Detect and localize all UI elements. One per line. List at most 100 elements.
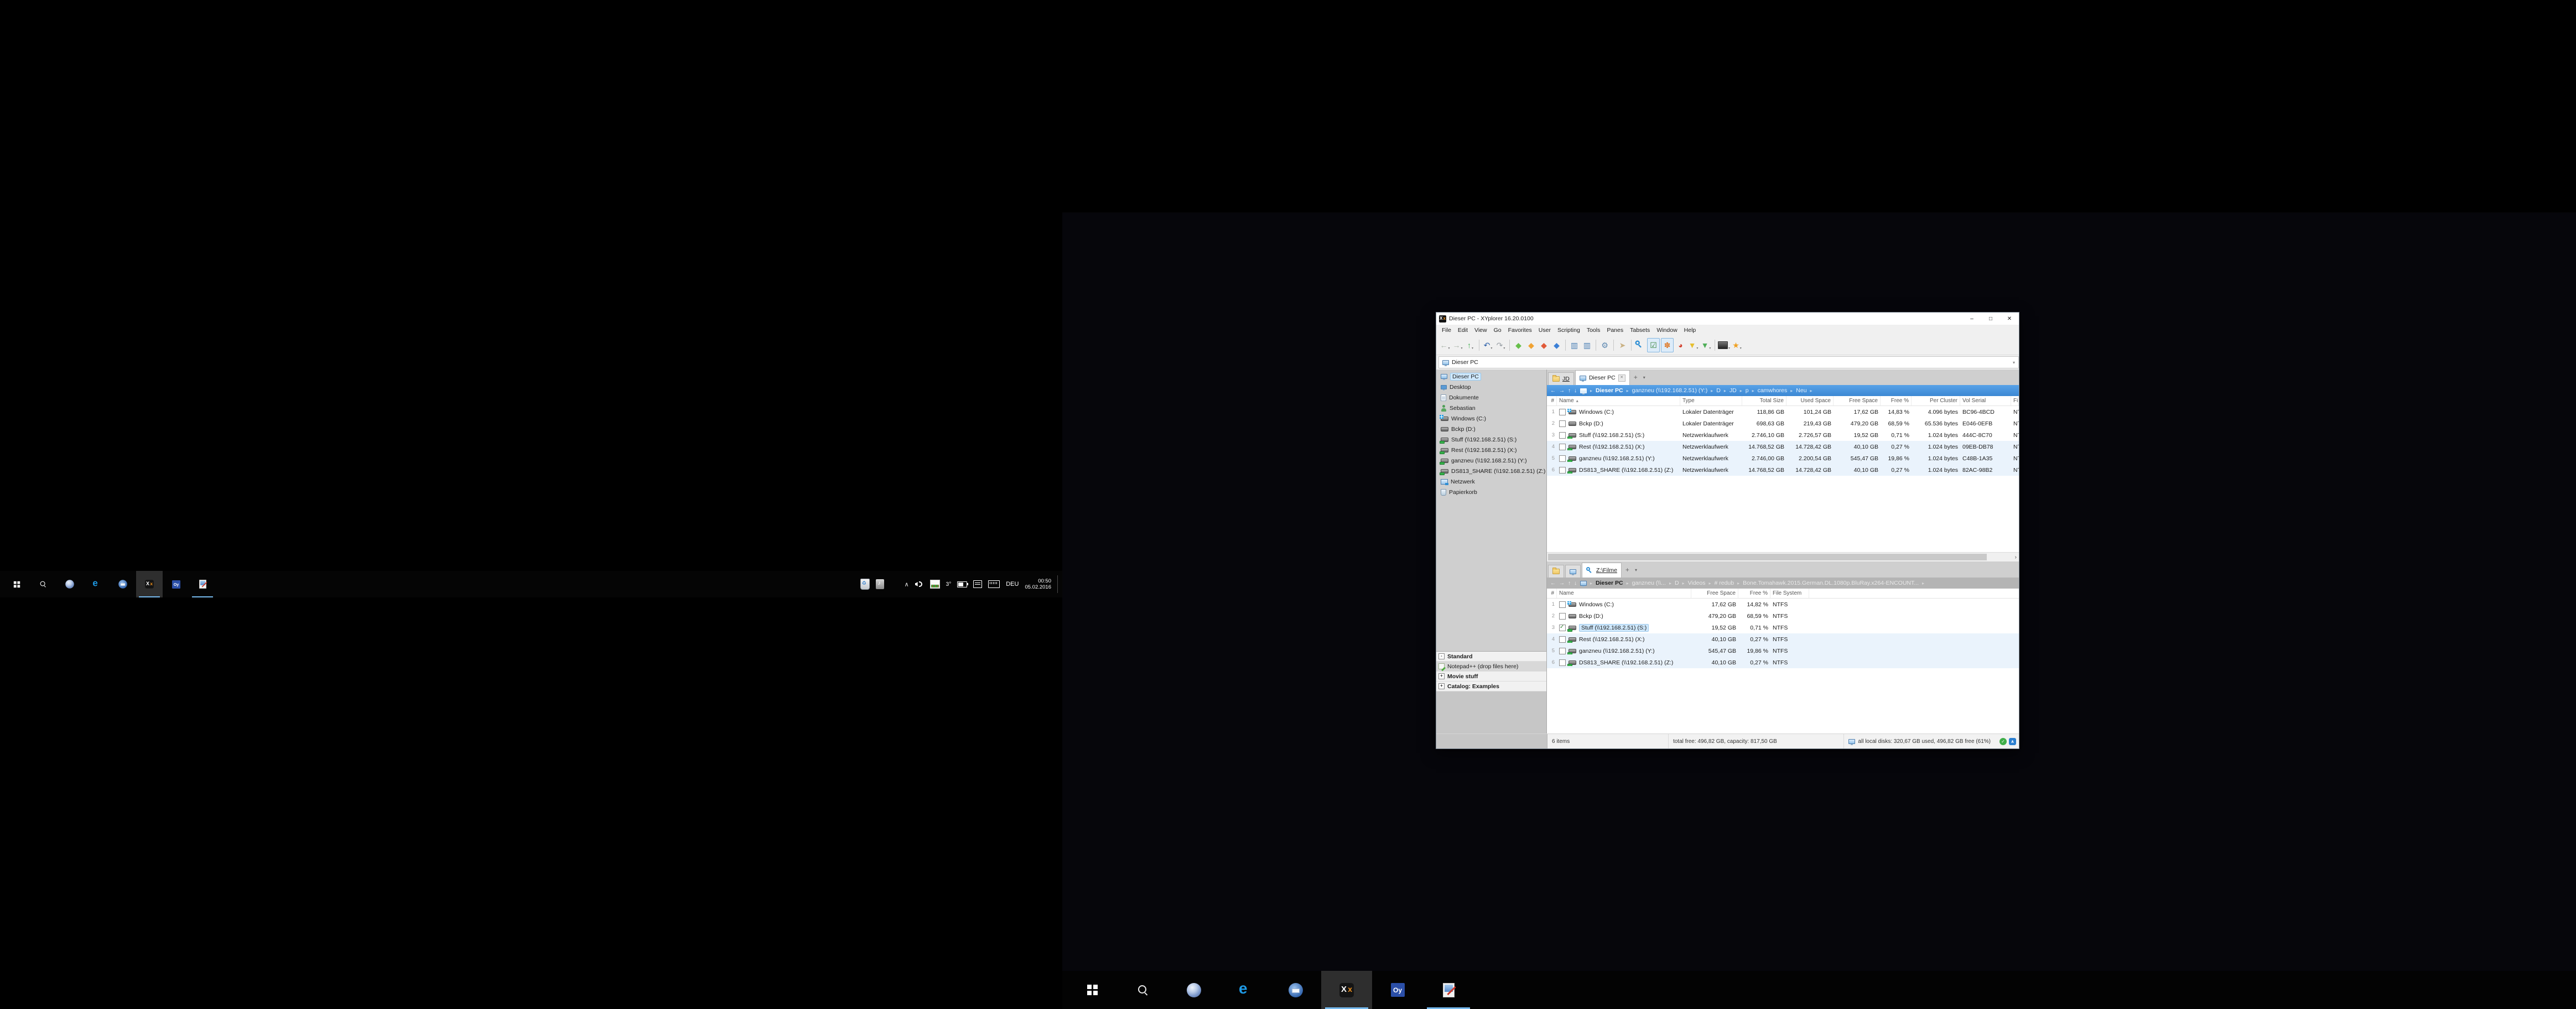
tree-item[interactable]: ganzneu (\\192.168.2.51) (Y:) (1436, 455, 1546, 466)
tab[interactable] (1548, 565, 1564, 578)
column-header[interactable]: Type (1680, 396, 1742, 405)
row-checkbox[interactable] (1559, 443, 1566, 450)
pane-empty-area[interactable] (1547, 668, 2019, 734)
row-checkbox[interactable] (1559, 455, 1566, 462)
touch-keyboard-icon[interactable] (988, 580, 1000, 588)
toolbar-settings-gear-button[interactable]: ⚙ (1599, 339, 1611, 352)
menu-user[interactable]: User (1535, 325, 1554, 336)
toolbar-tag-orange-button[interactable]: ◆ (1525, 339, 1537, 352)
cpu-graph-icon[interactable] (929, 580, 940, 589)
menu-panes[interactable]: Panes (1603, 325, 1627, 336)
taskbar-palemoon-button[interactable] (56, 571, 83, 597)
toolbar-undo-button[interactable]: ↶ ▾ (1482, 339, 1494, 352)
down-arrow-icon[interactable]: ↓ (1574, 580, 1577, 586)
toolbar-back-button[interactable]: ← ▾ (1439, 339, 1451, 352)
column-header[interactable]: Free % (1881, 396, 1912, 405)
toolbar-tag-red-button[interactable]: ◆ (1538, 339, 1550, 352)
column-header[interactable]: Per Cluster (1912, 396, 1960, 405)
volume-icon[interactable] (915, 581, 924, 587)
column-header[interactable]: Vol Serial (1960, 396, 2011, 405)
taskbar-edge-button[interactable] (83, 571, 110, 597)
tree-item[interactable]: Windows (C:) (1436, 413, 1546, 424)
row-checkbox[interactable] (1559, 659, 1566, 666)
tree-item[interactable]: Rest (\\192.168.2.51) (X:) (1436, 445, 1546, 455)
tab[interactable]: Z:\Filme (1582, 563, 1622, 578)
toolbar-checkbox-mode-button[interactable]: ☑ (1647, 338, 1660, 352)
catalog-item[interactable]: - Standard (1436, 652, 1546, 662)
expander-icon[interactable]: - (1438, 653, 1445, 659)
toolbar-flower-button[interactable]: ✽ (1661, 338, 1674, 352)
menu-file[interactable]: File (1438, 325, 1455, 336)
scrollbar-thumb[interactable] (1548, 554, 1987, 560)
menu-go[interactable]: Go (1490, 325, 1505, 336)
taskbar-thunderbird-button[interactable] (1270, 971, 1321, 1009)
tree-item[interactable]: Bckp (D:) (1436, 424, 1546, 434)
breadcrumb-segment[interactable]: ganzneu (\\192.168.2.51) (Y:) (1632, 387, 1708, 394)
chevron-down-icon[interactable]: ▾ (2013, 360, 2015, 365)
language-indicator[interactable]: DEU (1006, 581, 1019, 587)
table-row[interactable]: 3 Stuff (\\192.168.2.51) (S:) Netzwerklauf… (1547, 429, 2019, 441)
row-checkbox[interactable] (1559, 636, 1566, 643)
column-header[interactable]: Free Space (1834, 396, 1881, 405)
menu-edit[interactable]: Edit (1455, 325, 1471, 336)
breadcrumb-root[interactable]: Dieser PC (1596, 580, 1623, 586)
address-bar[interactable]: Dieser PC ▾ (1438, 356, 2019, 368)
tree-item[interactable]: Sebastian (1436, 403, 1546, 413)
taskbar-xyplorer-button[interactable] (1321, 971, 1372, 1009)
menu-window[interactable]: Window (1653, 325, 1680, 336)
row-checkbox[interactable] (1559, 408, 1566, 415)
new-tab-button[interactable]: + (1623, 566, 1632, 574)
menu-tabsets[interactable]: Tabsets (1627, 325, 1653, 336)
ok-check-icon[interactable]: ✓ (1999, 737, 2007, 745)
breadcrumb-segment[interactable]: Neu (1796, 387, 1806, 394)
up-arrow-icon[interactable]: ↑ (1568, 388, 1571, 394)
catalog-item[interactable]: Notepad++ (drop files here) (1436, 662, 1546, 672)
catalog-item[interactable]: + Catalog: Examples (1436, 682, 1546, 691)
menu-view[interactable]: View (1471, 325, 1490, 336)
breadcrumb-segment[interactable]: Videos (1688, 580, 1706, 586)
horizontal-scrollbar[interactable]: › (1547, 552, 2019, 562)
breadcrumb-segment[interactable]: JD (1730, 387, 1737, 394)
up-arrow-icon[interactable]: ↑ (1568, 580, 1571, 586)
forward-arrow-icon[interactable]: → (1559, 580, 1565, 586)
column-header[interactable]: Free % (1738, 589, 1770, 598)
breadcrumb-segment[interactable]: # redub (1715, 580, 1734, 586)
row-checkbox[interactable] (1559, 624, 1566, 631)
table-row[interactable]: 2 Bckp (D:) Lokaler Datenträger 698,63 GB 21… (1547, 418, 2019, 429)
row-checkbox[interactable] (1559, 647, 1566, 654)
table-row[interactable]: 5 ganzneu (\\192.168.2.51) (Y:) Netzwerkla… (1547, 453, 2019, 464)
toolbar-up-button[interactable]: ↑ ▾ (1464, 339, 1476, 352)
table-row[interactable]: 6 DS813_SHARE (\\192.168.2.51) (Z:) 40,10 … (1547, 657, 2019, 668)
taskbar-start-button[interactable] (1067, 971, 1118, 1009)
column-header[interactable]: File System (2011, 396, 2019, 405)
column-header[interactable]: Name ▴ (1557, 396, 1680, 405)
expander-icon[interactable]: + (1438, 673, 1445, 679)
toolbar-forward-button[interactable]: → ▾ (1452, 339, 1463, 352)
pane-empty-area[interactable] (1547, 476, 2019, 552)
back-arrow-icon[interactable]: ← (1550, 388, 1556, 394)
row-checkbox[interactable] (1559, 612, 1566, 620)
toolbar-pie-stats-button[interactable]: ◕ (1675, 339, 1686, 352)
taskbar-xyplorer-button[interactable] (136, 571, 163, 597)
toolbar-split-pane-button[interactable]: ▥ (1569, 339, 1580, 352)
down-arrow-icon[interactable]: ↓ (1574, 388, 1577, 394)
toolbar-redo-button[interactable]: ↷ ▾ (1495, 339, 1507, 352)
toolbar-search-button[interactable] (1634, 339, 1646, 352)
tab[interactable]: Dieser PC ✕ (1575, 370, 1630, 385)
battery-icon[interactable] (957, 581, 969, 587)
column-header[interactable]: Free Space (1691, 589, 1738, 598)
taskbar-start-button[interactable] (3, 571, 30, 597)
breadcrumb-segment[interactable]: D (1675, 580, 1679, 586)
taskbar-clock[interactable]: 00:50 05.02.2016 (1025, 578, 1051, 590)
column-header[interactable]: # (1547, 396, 1557, 405)
taskbar-edge-button[interactable] (1219, 971, 1270, 1009)
toolbar-go-token-button[interactable]: ➤ (1617, 339, 1628, 352)
taskbar-search-button[interactable] (1118, 971, 1168, 1009)
tab-list-button[interactable]: ▾ (1632, 568, 1640, 573)
column-header[interactable]: Used Space (1786, 396, 1834, 405)
breadcrumb-segment[interactable]: Bone.Tomahawk.2015.German.DL.1080p.BluRa… (1743, 580, 1919, 586)
breadcrumb-segment[interactable]: ganzneu (\\... (1632, 580, 1666, 586)
breadcrumb-root[interactable]: Dieser PC (1596, 387, 1623, 394)
toolbar-visual-filter-button[interactable]: ▼ ▾ (1700, 339, 1712, 352)
table-row[interactable]: 2 Bckp (D:) 479,20 GB 68,59 % NTFS (1547, 610, 2019, 622)
